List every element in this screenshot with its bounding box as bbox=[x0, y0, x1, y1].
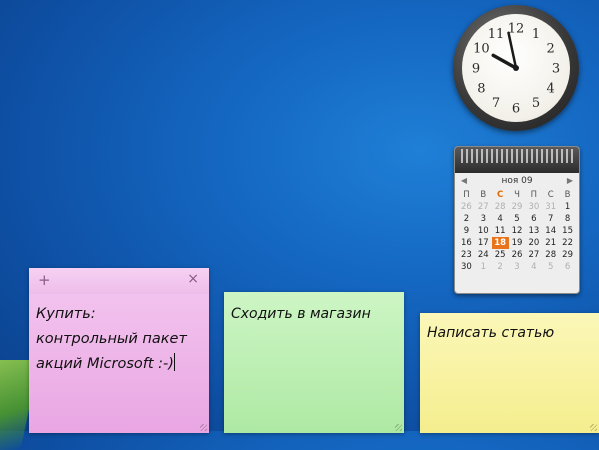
calendar-day[interactable]: 1 bbox=[475, 261, 492, 273]
calendar-day[interactable]: 13 bbox=[525, 225, 542, 237]
calendar-day[interactable]: 27 bbox=[525, 249, 542, 261]
clock-numeral: 10 bbox=[473, 42, 490, 57]
weekday-label: В bbox=[480, 190, 487, 200]
calendar-day[interactable]: 9 bbox=[458, 225, 475, 237]
clock-numeral: 3 bbox=[552, 62, 560, 77]
note-line: акций Microsoft :-) bbox=[36, 356, 174, 372]
resize-grip-icon[interactable] bbox=[395, 424, 402, 431]
calendar-header: ◀ ноя 09 ▶ bbox=[455, 173, 579, 189]
clock-dial: 12 12 3 45678 9 1011 bbox=[472, 22, 560, 117]
calendar-day[interactable]: 19 bbox=[509, 237, 526, 249]
calendar-day[interactable]: 7 bbox=[542, 213, 559, 225]
clock-center-pin bbox=[513, 65, 519, 71]
prev-month-icon[interactable]: ◀ bbox=[458, 173, 470, 189]
sticky-note-pink[interactable]: + × Купить: контрольный пакет акций Micr… bbox=[29, 268, 209, 433]
calendar-day[interactable]: 30 bbox=[525, 201, 542, 213]
note-text[interactable]: Написать статью bbox=[420, 313, 599, 353]
calendar-day[interactable]: 26 bbox=[458, 201, 475, 213]
clock-numeral: 7 bbox=[492, 96, 500, 111]
weekday-label: П bbox=[463, 190, 470, 200]
note-line-caret-container: акций Microsoft :-) bbox=[36, 352, 202, 377]
calendar-day[interactable]: 22 bbox=[559, 237, 576, 249]
clock-numeral: 8 bbox=[477, 82, 485, 97]
calendar-day[interactable]: 2 bbox=[458, 213, 475, 225]
calendar-day[interactable]: 4 bbox=[525, 261, 542, 273]
desktop: 12 1 2 3 4 5 6 7 8 9 10 11 ◀ ноя 09 ▶ ПВСЧПСВ 26 27 2… bbox=[0, 0, 599, 450]
calendar-day[interactable]: 2 bbox=[492, 261, 509, 273]
calendar-day[interactable]: 27 bbox=[475, 201, 492, 213]
resize-grip-icon[interactable] bbox=[200, 424, 207, 431]
clock-numeral: 2 bbox=[547, 42, 555, 57]
calendar-day[interactable]: 31 bbox=[542, 201, 559, 213]
clock-numeral: 6 bbox=[512, 102, 520, 117]
calendar-day[interactable]: 30 bbox=[458, 261, 475, 273]
calendar-day[interactable]: 17 bbox=[475, 237, 492, 249]
calendar-today[interactable]: 18 bbox=[491, 237, 509, 249]
note-text-area[interactable]: Купить: контрольный пакет акций Microsof… bbox=[29, 294, 209, 385]
calendar-day[interactable]: 8 bbox=[559, 213, 576, 225]
sticky-note-green[interactable]: Сходить в магазин bbox=[224, 292, 404, 433]
clock-gadget[interactable]: 12 1 2 3 4 5 6 7 8 9 10 11 bbox=[453, 5, 579, 131]
weekday-label: С bbox=[547, 190, 554, 200]
calendar-day[interactable]: 21 bbox=[542, 237, 559, 249]
add-note-button[interactable]: + bbox=[38, 271, 51, 289]
calendar-day[interactable]: 11 bbox=[492, 225, 509, 237]
calendar-day[interactable]: 6 bbox=[559, 261, 576, 273]
calendar-day[interactable]: 29 bbox=[509, 201, 526, 213]
calendar-day[interactable]: 12 bbox=[509, 225, 526, 237]
next-month-icon[interactable]: ▶ bbox=[564, 173, 576, 189]
weekday-label: С bbox=[497, 190, 504, 200]
calendar-day[interactable]: 5 bbox=[509, 213, 526, 225]
note-line: контрольный пакет bbox=[36, 331, 187, 347]
note-text[interactable]: Сходить в магазин bbox=[224, 292, 404, 336]
calendar-rings bbox=[461, 149, 573, 163]
calendar-day[interactable]: 28 bbox=[542, 249, 559, 261]
calendar-month-label: ноя 09 bbox=[501, 176, 533, 186]
calendar-day[interactable]: 16 bbox=[458, 237, 475, 249]
calendar-day[interactable]: 15 bbox=[559, 225, 576, 237]
close-note-button[interactable]: × bbox=[187, 271, 199, 287]
calendar-day[interactable]: 24 bbox=[475, 249, 492, 261]
calendar-day[interactable]: 1 bbox=[559, 201, 576, 213]
calendar-day[interactable]: 26 bbox=[509, 249, 526, 261]
note-toolbar: + × bbox=[29, 268, 209, 294]
clock-numeral: 9 bbox=[472, 62, 480, 77]
calendar-weekdays: ПВСЧПСВ bbox=[455, 189, 579, 201]
weekday-label: П bbox=[530, 190, 538, 200]
clock-numeral: 5 bbox=[532, 96, 540, 111]
calendar-day[interactable]: 20 bbox=[525, 237, 542, 249]
sticky-note-yellow[interactable]: Написать статью bbox=[420, 313, 599, 433]
calendar-day[interactable]: 3 bbox=[509, 261, 526, 273]
calendar-day[interactable]: 23 bbox=[458, 249, 475, 261]
calendar-gadget[interactable]: ◀ ноя 09 ▶ ПВСЧПСВ 26 27 28 29 30 31 1 2 3 4 5 6 7 8 9… bbox=[454, 146, 580, 294]
weekday-label: Ч bbox=[514, 190, 520, 200]
calendar-day[interactable]: 3 bbox=[475, 213, 492, 225]
calendar-binding bbox=[455, 147, 579, 173]
calendar-day[interactable]: 28 bbox=[492, 201, 509, 213]
calendar-day[interactable]: 25 bbox=[492, 249, 509, 261]
clock-numeral: 1 bbox=[532, 27, 540, 42]
calendar-day[interactable]: 4 bbox=[492, 213, 509, 225]
calendar-days: 26 27 28 29 30 31 1 2 3 4 5 6 7 8 9 10 11 12 13 14 15 16 17 18 1… bbox=[455, 201, 579, 273]
calendar-day[interactable]: 29 bbox=[559, 249, 576, 261]
calendar-day[interactable]: 6 bbox=[525, 213, 542, 225]
text-caret bbox=[173, 353, 175, 371]
calendar-day[interactable]: 5 bbox=[542, 261, 559, 273]
clock-numeral: 4 bbox=[547, 82, 555, 97]
weekday-label: В bbox=[564, 190, 571, 200]
note-line: Купить: bbox=[36, 306, 96, 322]
resize-grip-icon[interactable] bbox=[590, 424, 597, 431]
calendar-day[interactable]: 10 bbox=[475, 225, 492, 237]
clock-numeral: 12 bbox=[508, 22, 525, 37]
calendar-day[interactable]: 14 bbox=[542, 225, 559, 237]
clock-numeral: 11 bbox=[488, 27, 505, 42]
